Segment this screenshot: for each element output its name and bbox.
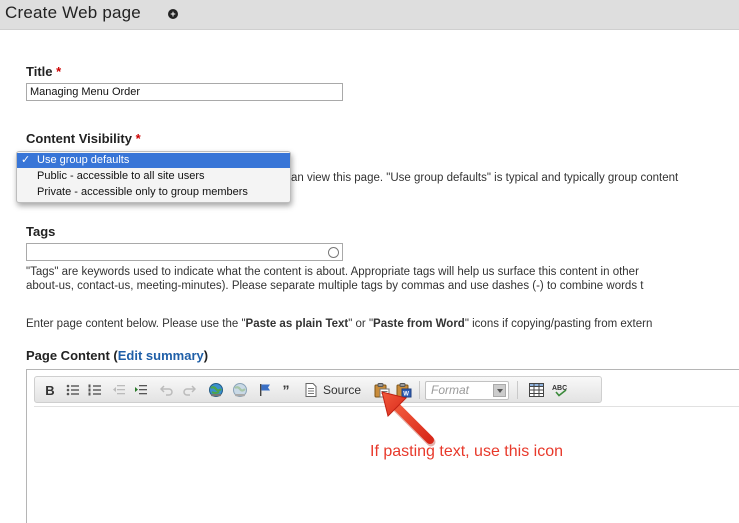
source-icon [305,383,317,397]
content-intro-text: Enter page content below. Please use the… [26,318,652,330]
autocomplete-throbber-icon [328,247,339,258]
numbered-list-icon[interactable] [87,382,103,398]
intro-bold: Paste as plain Text [245,318,349,330]
tags-label: Tags [26,224,56,239]
editor-toolbar: B ” Source W Format ABC [34,376,602,403]
required-mark: * [135,131,141,146]
source-button[interactable]: Source [305,382,367,398]
page-header: Create Web page + [0,0,739,30]
option-label: Public - accessible to all site users [37,170,205,182]
visibility-option-public[interactable]: Public - accessible to all site users [17,169,290,184]
paren: ) [203,348,209,363]
intro-text: " icons if copying/pasting from extern [464,318,653,330]
table-icon[interactable] [527,382,545,398]
tags-help-line-2: about-us, contact-us, meeting-minutes). … [26,280,644,292]
anchor-flag-icon[interactable] [257,382,273,398]
page-content-label: Page Content (Edit summary) [26,348,208,363]
intro-text: " or " [348,318,374,330]
redo-icon[interactable] [181,382,197,398]
page-title: Create Web page [5,3,141,22]
title-label-text: Title [26,64,53,79]
tags-input[interactable] [26,243,343,261]
intro-bold: Paste from Word [373,318,465,330]
blockquote-icon[interactable]: ” [279,382,293,398]
tags-help-line-1: "Tags" are keywords used to indicate wha… [26,266,639,278]
plus-circle-icon[interactable]: + [168,9,178,19]
toolbar-separator [517,381,518,399]
intro-text: Enter page content below. Please use the… [26,318,246,330]
visibility-label-text: Content Visibility [26,131,132,146]
source-button-label: Source [323,383,362,397]
title-input[interactable] [26,83,343,101]
bullet-list-icon[interactable] [65,382,81,398]
indent-icon[interactable] [133,382,149,398]
edit-summary-link[interactable]: Edit summary [118,348,204,363]
annotation-text: If pasting text, use this icon [370,443,563,460]
undo-icon[interactable] [159,382,175,398]
visibility-help-text: an view this page. "Use group defaults" … [291,172,679,184]
checkmark-icon: ✓ [21,154,31,166]
annotation-arrow-icon [381,391,436,447]
visibility-dropdown[interactable]: ✓ Use group defaults Public - accessible… [16,151,291,203]
chevron-down-icon [493,384,506,397]
visibility-label: Content Visibility * [26,131,141,146]
page-content-label-text: Page Content [26,348,110,363]
unlink-icon[interactable] [231,382,249,398]
option-label: Private - accessible only to group membe… [37,186,248,198]
outdent-icon[interactable] [111,382,127,398]
bold-icon[interactable]: B [43,382,57,398]
spellcheck-icon[interactable]: ABC [551,382,571,398]
title-label: Title * [26,64,61,79]
link-icon[interactable] [207,382,225,398]
visibility-option-group-defaults[interactable]: ✓ Use group defaults [17,153,290,168]
visibility-option-private[interactable]: Private - accessible only to group membe… [17,185,290,200]
required-mark: * [56,64,62,79]
option-label: Use group defaults [37,154,130,166]
